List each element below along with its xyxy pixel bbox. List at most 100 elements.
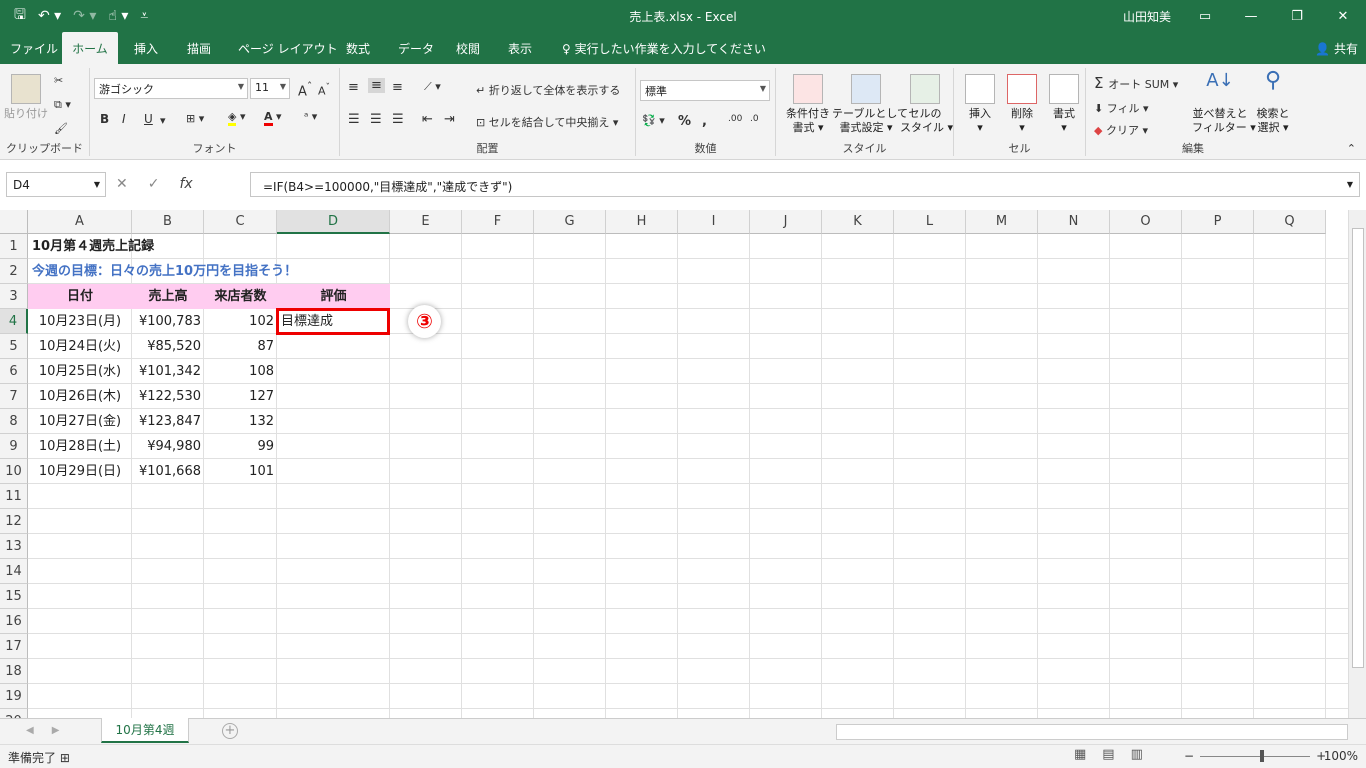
row-header-17[interactable]: 17 [0,634,28,659]
zoom-slider[interactable]: − + [1184,749,1326,763]
percent-icon[interactable]: % [678,114,691,129]
column-header-p[interactable]: P [1182,210,1254,234]
cell-sales[interactable]: ¥100,783 [132,309,204,334]
row-header-13[interactable]: 13 [0,534,28,559]
cell-visitors[interactable]: 87 [204,334,277,359]
row-header-8[interactable]: 8 [0,409,28,434]
font-color-icon[interactable]: A ▾ [264,110,282,126]
fill-button[interactable]: ⬇ フィル ▾ [1094,100,1149,116]
tab-page-layout[interactable]: ページ レイアウト [228,32,348,64]
increase-indent-icon[interactable]: ⇥ [444,112,455,127]
sheet-title[interactable]: 10月第４週売上記録 [32,234,154,259]
merge-center-button[interactable]: ⊡ セルを結合して中央揃え ▾ [476,114,618,130]
cell-evaluation[interactable] [277,409,390,434]
cell-date[interactable]: 10月26日(木) [28,384,132,409]
column-header-q[interactable]: Q [1254,210,1326,234]
sheet-tab[interactable]: 10月第4週 [101,718,189,743]
tell-me-box[interactable]: ♀ 実行したい作業を入力してください [562,32,766,66]
select-all-corner[interactable] [0,210,28,234]
increase-decimal-icon[interactable]: .00 [728,114,742,124]
column-header-b[interactable]: B [132,210,204,234]
cell-date[interactable]: 10月28日(土) [28,434,132,459]
column-header-k[interactable]: K [822,210,894,234]
row-header-20[interactable]: 20 [0,709,28,718]
decrease-indent-icon[interactable]: ⇤ [422,112,433,127]
cell-evaluation[interactable] [277,359,390,384]
row-header-19[interactable]: 19 [0,684,28,709]
row-header-6[interactable]: 6 [0,359,28,384]
cell-sales[interactable]: ¥101,668 [132,459,204,484]
shrink-font-icon[interactable]: Aˇ [318,82,330,98]
column-header-g[interactable]: G [534,210,606,234]
cell-date[interactable]: 10月27日(金) [28,409,132,434]
cell-visitors[interactable]: 102 [204,309,277,334]
zoom-knob[interactable] [1260,749,1265,762]
column-header-f[interactable]: F [462,210,534,234]
format-painter-icon[interactable]: 🖌 [54,122,68,135]
chevron-down-icon[interactable]: ▾ [160,114,166,127]
scroll-thumb[interactable] [1352,228,1364,668]
comma-icon[interactable]: , [702,114,707,129]
vertical-scrollbar[interactable] [1348,210,1366,718]
tab-data[interactable]: データ [388,32,444,64]
cancel-icon[interactable]: ✕ [116,176,128,192]
row-header-12[interactable]: 12 [0,509,28,534]
tab-review[interactable]: 校閲 [446,32,490,64]
zoom-track[interactable] [1200,749,1311,762]
column-header-j[interactable]: J [750,210,822,234]
copy-icon[interactable]: ⧉ ▾ [54,98,71,112]
header-sales[interactable]: 売上高 [132,284,204,309]
column-header-a[interactable]: A [28,210,132,234]
fill-color-icon[interactable]: ◈ ▾ [228,110,246,126]
italic-button[interactable]: I [122,112,126,126]
page-break-view-icon[interactable]: ▥ [1131,747,1143,762]
macro-record-icon[interactable]: ⊞ [60,751,70,765]
collapse-ribbon-icon[interactable]: ⌃ [1347,142,1356,155]
decrease-decimal-icon[interactable]: .0 [750,114,759,124]
tab-view[interactable]: 表示 [498,32,542,64]
cell-sales[interactable]: ¥94,980 [132,434,204,459]
paste-button[interactable]: 貼り付け [4,74,48,121]
ribbon-display-icon[interactable]: ▭ [1182,0,1228,32]
name-box[interactable]: D4 ▼ [6,172,106,197]
align-bottom-icon[interactable]: ≡ [392,80,403,95]
font-name-select[interactable]: 游ゴシック ▼ [94,78,248,99]
cell-sales[interactable]: ¥101,342 [132,359,204,384]
cell-visitors[interactable]: 108 [204,359,277,384]
row-header-15[interactable]: 15 [0,584,28,609]
share-button[interactable]: 👤 共有 [1315,32,1358,66]
cell-sales[interactable]: ¥123,847 [132,409,204,434]
cell-date[interactable]: 10月25日(水) [28,359,132,384]
tab-draw[interactable]: 描画 [177,32,221,64]
row-header-18[interactable]: 18 [0,659,28,684]
add-sheet-icon[interactable]: + [222,723,238,739]
row-header-16[interactable]: 16 [0,609,28,634]
align-center-icon[interactable]: ☰ [370,112,382,127]
number-format-select[interactable]: 標準 ▼ [640,80,770,101]
cell-visitors[interactable]: 132 [204,409,277,434]
sheet-nav-arrows[interactable]: ◀▶ [26,725,77,736]
insert-cells-button[interactable]: 挿入 ▾ [960,74,1000,135]
enter-icon[interactable]: ✓ [148,176,160,192]
insert-function-icon[interactable]: fx [179,176,192,192]
cell-date[interactable]: 10月29日(日) [28,459,132,484]
font-size-select[interactable]: 11 ▼ [250,78,290,99]
autosum-button[interactable]: Σ オート SUM ▾ [1094,74,1178,92]
underline-button[interactable]: U [144,112,153,126]
cell-date[interactable]: 10月23日(月) [28,309,132,334]
tab-home[interactable]: ホーム [62,32,118,64]
column-header-n[interactable]: N [1038,210,1110,234]
header-visitors[interactable]: 来店者数 [204,284,277,309]
user-name[interactable]: 山田知美 [1123,8,1171,25]
format-cells-button[interactable]: 書式 ▾ [1044,74,1084,135]
clear-button[interactable]: ◆ クリア ▾ [1094,122,1148,138]
row-header-7[interactable]: 7 [0,384,28,409]
row-header-9[interactable]: 9 [0,434,28,459]
column-header-l[interactable]: L [894,210,966,234]
cell-evaluation[interactable] [277,334,390,359]
cut-icon[interactable]: ✂ [54,74,63,87]
phonetic-icon[interactable]: ᵃ ▾ [304,110,317,123]
row-header-1[interactable]: 1 [0,234,28,259]
row-header-5[interactable]: 5 [0,334,28,359]
cell-visitors[interactable]: 101 [204,459,277,484]
